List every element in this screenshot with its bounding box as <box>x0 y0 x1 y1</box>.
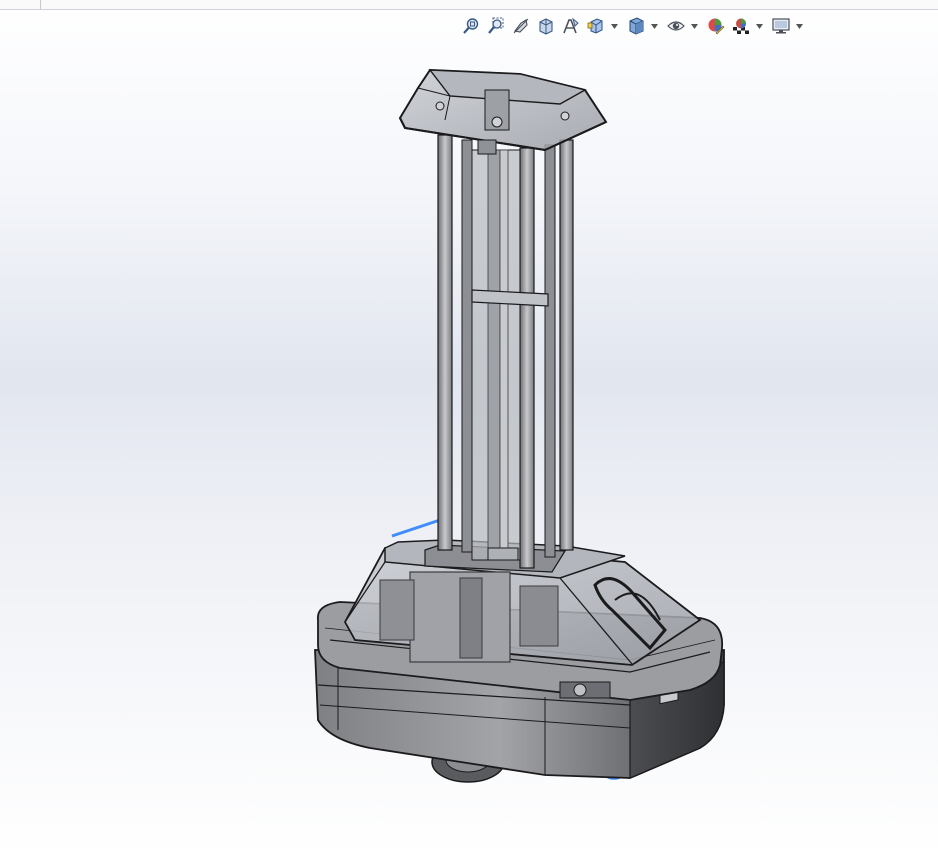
column-assembly <box>437 134 574 569</box>
robot-assembly-model[interactable] <box>0 10 938 856</box>
column-top-cap <box>398 68 608 155</box>
top-strip-separator <box>40 0 41 9</box>
window-top-strip <box>0 0 938 10</box>
graphics-area[interactable] <box>0 10 938 856</box>
